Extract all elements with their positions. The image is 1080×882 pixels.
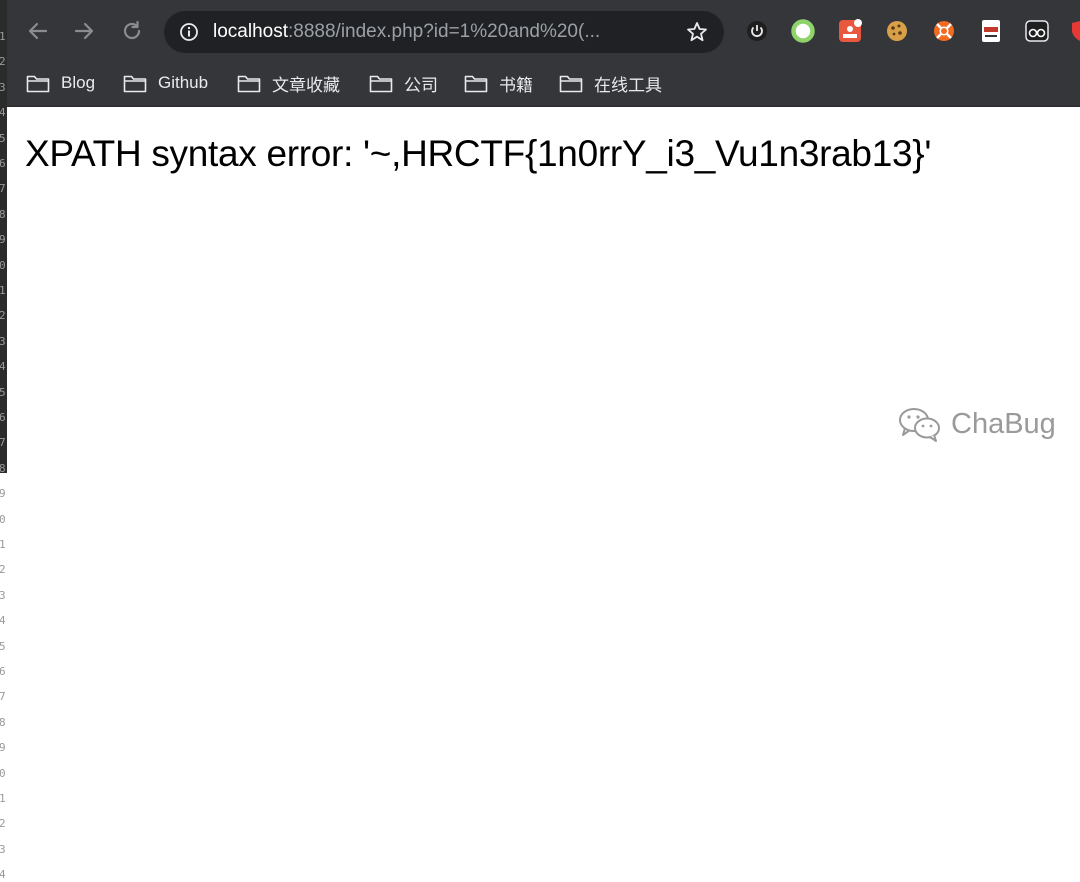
pdf-doc-icon[interactable] xyxy=(978,18,1004,44)
browser-toolbar: localhost:8888/index.php?id=1%20and%20(.… xyxy=(0,0,1080,61)
gutter-line-number: 1 xyxy=(0,538,6,551)
gutter-line-number: 1 xyxy=(0,284,6,297)
gutter-line-number: 0 xyxy=(0,258,6,272)
bookmark-label: Github xyxy=(158,73,209,92)
bookmark-folder-online-tools[interactable]: 在线工具 xyxy=(559,67,662,99)
bookmark-label: 文章收藏 xyxy=(272,75,340,95)
gutter-line-number: 7 xyxy=(0,436,6,450)
gutter-line-number: 3 xyxy=(0,80,6,94)
bookmark-label: 公司 xyxy=(404,75,438,95)
reload-button[interactable] xyxy=(116,15,148,47)
gutter-line-number: 5 xyxy=(0,131,6,145)
gutter-line-number: 9 xyxy=(0,487,6,501)
url-path: :8888/index.php?id=1%20and%20(... xyxy=(288,21,601,42)
folder-icon xyxy=(464,75,488,93)
gutter-line-number: 8 xyxy=(0,207,6,221)
address-bar[interactable]: localhost:8888/index.php?id=1%20and%20(.… xyxy=(164,11,724,53)
gutter-line-number: 9 xyxy=(0,741,6,755)
gutter-line-number: 0 xyxy=(0,512,6,526)
gutter-line-number: 8 xyxy=(0,461,6,475)
watermark-text: ChaBug xyxy=(951,407,1056,440)
gutter-line-number: 5 xyxy=(0,385,6,399)
gutter-line-number: 6 xyxy=(0,411,6,424)
info-circle-icon[interactable] xyxy=(179,22,199,42)
folder-icon xyxy=(123,75,147,93)
gutter-line-number: 1 xyxy=(0,792,6,805)
bookmark-label: 在线工具 xyxy=(594,75,662,95)
folder-icon xyxy=(237,75,261,93)
bookmark-star-icon[interactable] xyxy=(685,20,709,44)
url-text[interactable]: localhost:8888/index.php?id=1%20and%20(.… xyxy=(213,20,600,44)
red-shield-icon[interactable] xyxy=(1070,18,1080,44)
gutter-line-number: 6 xyxy=(0,665,6,678)
bookmark-folder-books[interactable]: 书籍 xyxy=(464,67,533,99)
arrow-left-icon xyxy=(28,22,48,40)
arrow-right-icon xyxy=(74,22,94,40)
forward-button[interactable] xyxy=(68,15,100,47)
xpath-error-message: XPATH syntax error: '~,HRCTF{1n0rrY_i3_V… xyxy=(25,133,932,174)
gutter-line-number: 3 xyxy=(0,588,6,602)
folder-icon xyxy=(559,75,583,93)
wechat-icon xyxy=(899,408,940,442)
green-ring-icon[interactable] xyxy=(790,18,816,44)
gutter-line-number: 7 xyxy=(0,182,6,196)
bookmark-folder-github[interactable]: Github xyxy=(123,67,208,99)
gutter-line-number: 5 xyxy=(0,639,6,653)
gutter-line-number: 4 xyxy=(0,868,6,882)
gutter-line-number: 2 xyxy=(0,55,6,69)
page-content: XPATH syntax error: '~,HRCTF{1n0rrY_i3_V… xyxy=(0,107,1080,473)
gutter-line-number: 6 xyxy=(0,157,6,170)
gutter-line-number: 4 xyxy=(0,614,6,628)
gutter-line-number: 3 xyxy=(0,842,6,856)
folder-icon xyxy=(369,75,393,93)
gutter-line-number: 1 xyxy=(0,30,6,43)
bookmarks-bar: Blog Github 文章收藏 公司 书籍 在线工具 xyxy=(0,61,1080,107)
gutter-line-number: 2 xyxy=(0,817,6,831)
watermark: ChaBug xyxy=(897,404,1056,444)
red-badge-icon[interactable] xyxy=(837,18,863,44)
orange-lifebuoy-icon[interactable] xyxy=(931,18,957,44)
gutter-line-number: 9 xyxy=(0,233,6,247)
folder-icon xyxy=(26,75,50,93)
gutter-line-number: 8 xyxy=(0,715,6,729)
gutter-line-number: 4 xyxy=(0,106,6,120)
bookmark-folder-blog[interactable]: Blog xyxy=(26,67,95,99)
editor-line-number-gutter: 1 2 3 4 5 6 7 8 9 0 1 2 3 4 5 6 7 8 9 0 1 2 3 4 5 6 7 8 9 0 1 2 3 4 xyxy=(0,0,7,881)
gutter-line-number: 0 xyxy=(0,766,6,780)
url-host: localhost xyxy=(213,21,288,42)
back-button[interactable] xyxy=(22,15,54,47)
reload-icon xyxy=(123,20,141,40)
bookmark-label: Blog xyxy=(61,73,96,92)
power-icon[interactable] xyxy=(744,18,770,44)
gutter-line-number: 2 xyxy=(0,309,6,323)
gutter-line-number: 7 xyxy=(0,690,6,704)
bookmark-label: 书籍 xyxy=(499,75,533,95)
bookmark-folder-company[interactable]: 公司 xyxy=(369,67,438,99)
bookmark-folder-articles[interactable]: 文章收藏 xyxy=(237,67,340,99)
gutter-line-number: 2 xyxy=(0,563,6,577)
gutter-line-number: 4 xyxy=(0,360,6,374)
gutter-line-number: 3 xyxy=(0,334,6,348)
cookie-icon[interactable] xyxy=(884,18,910,44)
glasses-icon[interactable] xyxy=(1024,18,1050,44)
